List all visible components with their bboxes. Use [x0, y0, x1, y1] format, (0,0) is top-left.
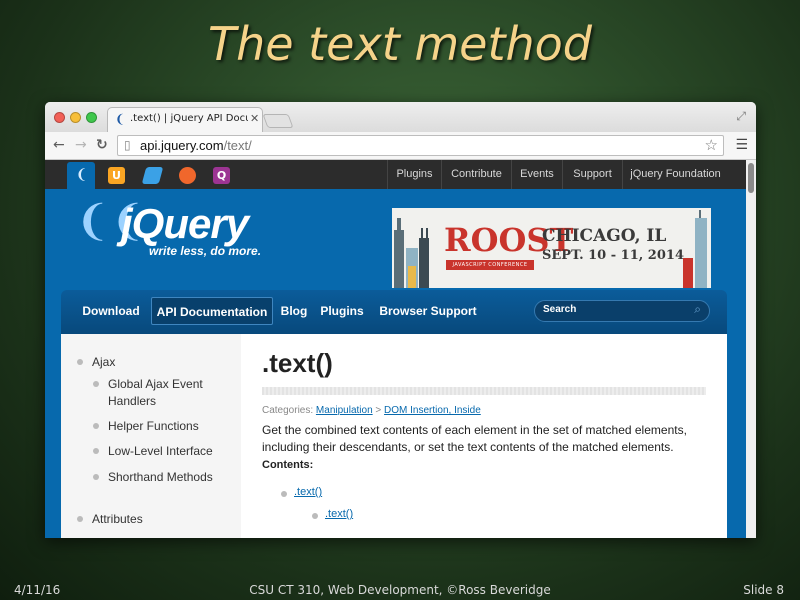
browser-tab[interactable]: ❨ .text() | jQuery API Documentation ✕	[107, 107, 263, 132]
toc-link-text-signature[interactable]: .text()	[325, 508, 353, 520]
bullet-icon	[93, 474, 99, 480]
page-icon: ▯	[124, 138, 131, 152]
slide-title: The text method	[207, 17, 593, 71]
search-input[interactable]: Search ⌕	[534, 300, 710, 322]
jquery-favicon-icon: ❨	[115, 112, 126, 126]
ad-city: CHICAGO, IL	[542, 226, 667, 246]
tab-bar: ❨ .text() | jQuery API Documentation ✕ ⤢	[45, 102, 756, 132]
bookmark-star-icon[interactable]: ☆	[705, 136, 718, 154]
sidebar-item-shorthand-methods[interactable]: Shorthand Methods	[108, 469, 213, 486]
contents-label: Contents:	[262, 459, 314, 471]
topnav-contribute[interactable]: Contribute	[441, 160, 511, 189]
project-tab-jquery-mobile[interactable]	[138, 162, 166, 189]
sizzle-icon	[179, 167, 196, 184]
nav-browser-support[interactable]: Browser Support	[377, 297, 479, 325]
close-window-button[interactable]	[54, 112, 65, 123]
scroll-thumb[interactable]	[748, 163, 754, 193]
bullet-icon	[93, 381, 99, 387]
topnav-jquery-foundation[interactable]: jQuery Foundation	[622, 160, 728, 189]
address-bar[interactable]: ▯ api.jquery.com/text/ ☆	[117, 135, 724, 156]
jquery-icon: ❨	[75, 167, 88, 183]
sidebar-item-attributes[interactable]: Attributes	[92, 511, 143, 528]
bullet-icon	[77, 516, 83, 522]
url-text: api.jquery.com/text/	[140, 138, 252, 153]
nav-plugins[interactable]: Plugins	[319, 297, 365, 325]
bullet-icon	[93, 448, 99, 454]
categories: Categories: Manipulation > DOM Insertion…	[262, 405, 481, 416]
search-icon[interactable]: ⌕	[694, 302, 701, 317]
topnav-plugins[interactable]: Plugins	[387, 160, 441, 189]
browser-toolbar: ← → ↻ ▯ api.jquery.com/text/ ☆ ☰	[45, 132, 756, 160]
sidebar-item-global-ajax-event-handlers[interactable]: Global Ajax Event Handlers	[108, 376, 203, 410]
bullet-icon	[281, 491, 287, 497]
entry-main: .text() Categories: Manipulation > DOM I…	[262, 334, 712, 538]
nav-blog[interactable]: Blog	[279, 297, 309, 325]
tab-title: .text() | jQuery API Documentation	[130, 113, 248, 124]
footer-slide-number: Slide 8	[743, 583, 784, 597]
maximize-window-button[interactable]	[86, 112, 97, 123]
toc-link-text[interactable]: .text()	[294, 486, 322, 498]
bullet-icon	[93, 423, 99, 429]
sidebar-item-low-level-interface[interactable]: Low-Level Interface	[108, 443, 213, 460]
project-tab-sizzle[interactable]	[173, 162, 201, 189]
bullet-icon	[77, 359, 83, 365]
nav-api-documentation[interactable]: API Documentation	[151, 297, 273, 325]
roost-conference-ad[interactable]: ROOST JAVASCRIPT CONFERENCE CHICAGO, IL …	[392, 208, 711, 288]
content-area: Ajax Global Ajax Event Handlers Helper Fu…	[61, 334, 727, 538]
topnav-events[interactable]: Events	[511, 160, 562, 189]
category-link-dom-insertion-inside[interactable]: DOM Insertion, Inside	[384, 405, 481, 416]
fullscreen-icon[interactable]: ⤢	[736, 109, 746, 124]
page-title: .text()	[262, 348, 333, 378]
project-tab-qunit[interactable]: Q	[207, 162, 235, 189]
project-tab-jquery[interactable]: ❨	[67, 162, 95, 189]
forward-icon[interactable]: →	[75, 137, 87, 153]
back-icon[interactable]: ←	[53, 137, 65, 153]
topnav-support[interactable]: Support	[562, 160, 622, 189]
project-topbar: ❨ U Q Plugins Contribute Events Support …	[45, 160, 746, 189]
reload-icon[interactable]: ↻	[96, 137, 108, 153]
skyline-left-icon	[394, 218, 429, 288]
bullet-icon	[312, 513, 318, 519]
project-tab-jquery-ui[interactable]: U	[102, 162, 130, 189]
main-nav: Download API Documentation Blog Plugins …	[61, 290, 727, 334]
tab-close-icon[interactable]: ✕	[250, 112, 259, 125]
search-placeholder: Search	[543, 304, 577, 315]
sidebar-item-ajax[interactable]: Ajax	[92, 354, 115, 371]
ad-dates: SEPT. 10 - 11, 2014	[542, 248, 684, 263]
sidebar: Ajax Global Ajax Event Handlers Helper Fu…	[61, 334, 241, 538]
ad-subtitle: JAVASCRIPT CONFERENCE	[446, 260, 534, 270]
sidebar-item-helper-functions[interactable]: Helper Functions	[108, 418, 199, 435]
jquery-ui-icon: U	[108, 167, 125, 184]
menu-icon[interactable]: ☰	[735, 137, 748, 153]
nav-download[interactable]: Download	[79, 297, 143, 325]
minimize-window-button[interactable]	[70, 112, 81, 123]
footer-course: CSU CT 310, Web Development, ©Ross Bever…	[249, 583, 551, 597]
logo-tagline: write less, do more.	[149, 244, 262, 258]
scrollbar[interactable]	[746, 160, 756, 538]
entry-description: Get the combined text contents of each e…	[262, 423, 687, 454]
qunit-icon: Q	[213, 167, 230, 184]
skyline-right-icon	[683, 210, 707, 288]
browser-window: ❨ .text() | jQuery API Documentation ✕ ⤢…	[45, 102, 756, 538]
category-link-manipulation[interactable]: Manipulation	[316, 405, 373, 416]
jquery-mobile-icon	[141, 167, 164, 184]
web-page: ❨ U Q Plugins Contribute Events Support …	[45, 160, 756, 538]
jquery-logo-text[interactable]: jQuery	[121, 201, 249, 247]
title-divider	[262, 387, 706, 395]
new-tab-button[interactable]	[262, 114, 294, 128]
